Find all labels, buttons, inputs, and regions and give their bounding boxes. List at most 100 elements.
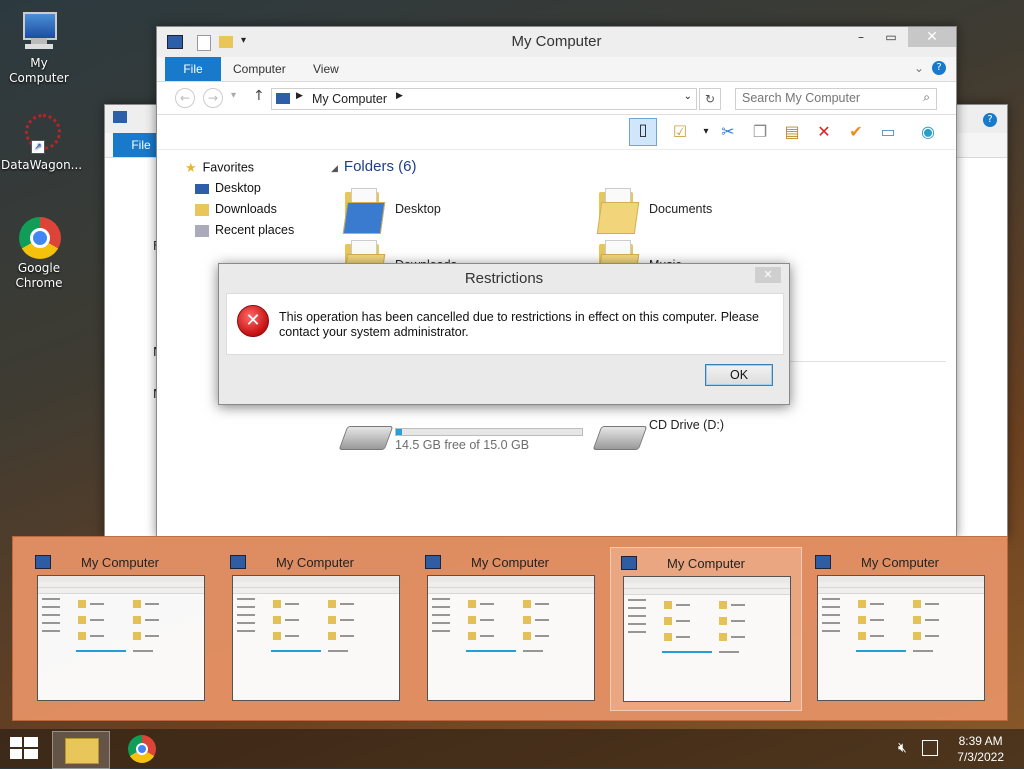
switcher-thumbnail-title: My Computer xyxy=(80,555,160,570)
nav-label: Recent places xyxy=(215,223,295,237)
desktop-icon-my-computer[interactable]: My Computer xyxy=(1,10,77,86)
cut-icon[interactable]: ✂ xyxy=(717,121,739,143)
search-box[interactable]: ⌕ xyxy=(735,88,937,110)
window-preview xyxy=(232,575,400,701)
delete-icon[interactable]: ✕ xyxy=(813,121,835,143)
hard-drive-icon[interactable] xyxy=(338,426,394,450)
nav-label: Desktop xyxy=(215,181,261,195)
computer-icon xyxy=(17,10,61,54)
switcher-thumbnail[interactable]: My Computer xyxy=(610,547,802,711)
chevron-right-icon: ▶ xyxy=(396,91,403,101)
datawagon-icon: ↗ xyxy=(17,112,61,156)
tab-computer[interactable]: Computer xyxy=(233,62,286,76)
folder-label[interactable]: Documents xyxy=(649,202,712,216)
tab-view[interactable]: View xyxy=(313,62,339,76)
drive-free-text: 14.5 GB free of 15.0 GB xyxy=(395,438,530,452)
switcher-thumbnail[interactable]: My Computer xyxy=(415,547,605,709)
nav-item-recent[interactable]: Recent places xyxy=(195,223,294,237)
refresh-button[interactable]: ↻ xyxy=(699,88,721,110)
switcher-thumbnail[interactable]: My Computer xyxy=(25,547,215,709)
network-icon[interactable] xyxy=(922,740,938,756)
close-button[interactable]: ✕ xyxy=(908,27,956,47)
nav-label: Favorites xyxy=(202,160,255,175)
help-icon[interactable]: ? xyxy=(932,61,946,75)
paste-icon[interactable]: ▤ xyxy=(781,121,803,143)
star-icon: ★ xyxy=(185,160,197,175)
drive-usage-fill xyxy=(396,429,403,435)
switcher-thumbnail[interactable]: My Computer xyxy=(220,547,410,709)
minimize-button[interactable]: – xyxy=(848,27,874,47)
window-preview xyxy=(817,575,985,701)
switcher-thumbnail[interactable]: My Computer xyxy=(805,547,995,709)
back-arrow-icon[interactable]: ← xyxy=(175,88,195,108)
properties-icon[interactable]: ▭ xyxy=(877,121,899,143)
switcher-thumbnail-title: My Computer xyxy=(275,555,355,570)
window-title: My Computer xyxy=(511,33,602,50)
drive-usage-bar xyxy=(395,428,583,436)
switcher-thumbnail-title: My Computer xyxy=(860,555,940,570)
error-icon: ✕ xyxy=(237,305,269,337)
shell-icon[interactable]: ◉ xyxy=(917,121,939,143)
preview-pane-icon[interactable]: ▯ xyxy=(629,118,657,146)
window-preview xyxy=(427,575,595,701)
collapse-icon: ◢ xyxy=(331,163,338,173)
clock-time: 8:39 AM xyxy=(958,734,1003,748)
chevron-down-icon[interactable]: ⌄ xyxy=(914,61,924,75)
chrome-icon xyxy=(128,735,156,763)
computer-icon xyxy=(276,93,290,104)
folders-header[interactable]: ◢ Folders (6) xyxy=(331,158,416,175)
dialog-message: This operation has been cancelled due to… xyxy=(279,310,759,339)
nav-item-desktop[interactable]: Desktop xyxy=(195,181,261,195)
folder-icon[interactable] xyxy=(342,188,386,234)
search-icon[interactable]: ⌕ xyxy=(923,90,930,105)
copy-icon[interactable]: ❐ xyxy=(749,121,771,143)
folder-label[interactable]: Desktop xyxy=(395,202,441,216)
nav-item-favorites[interactable]: ★ Favorites xyxy=(185,160,254,176)
desktop-icon-label: DataWagon... xyxy=(1,158,83,172)
restrictions-dialog[interactable]: Restrictions ✕ ✕ This operation has been… xyxy=(218,263,790,405)
taskbar-explorer-button[interactable] xyxy=(52,731,110,769)
desktop-icon-label: Google Chrome xyxy=(15,261,63,290)
nav-label: Downloads xyxy=(215,202,277,216)
up-arrow-icon[interactable]: ↑ xyxy=(253,88,265,104)
search-input[interactable] xyxy=(736,89,916,107)
cd-drive-label[interactable]: CD Drive (D:) xyxy=(649,418,724,432)
taskbar-chrome-button[interactable] xyxy=(122,731,162,767)
clock[interactable]: 8:39 AM 7/3/2022 xyxy=(957,733,1004,765)
downloads-icon xyxy=(195,203,209,216)
dropdown-icon[interactable]: ▾ xyxy=(695,121,717,143)
address-dropdown-icon[interactable]: ⌄ xyxy=(684,91,692,102)
desktop-icon-datawagon[interactable]: ↗ DataWagon... xyxy=(1,112,82,173)
volume-muted-icon[interactable]: 🔇︎ xyxy=(898,740,907,756)
nav-item-downloads[interactable]: Downloads xyxy=(195,202,277,216)
cd-drive-icon[interactable] xyxy=(592,426,648,450)
file-explorer-icon xyxy=(65,738,99,764)
shortcut-arrow-icon: ↗ xyxy=(31,140,45,154)
desktop-icon-label: My Computer xyxy=(9,56,69,85)
ok-button[interactable]: OK xyxy=(705,364,773,386)
clock-date: 7/3/2022 xyxy=(957,750,1004,764)
address-text: My Computer xyxy=(312,92,388,106)
dialog-close-button[interactable]: ✕ xyxy=(755,267,781,283)
forward-arrow-icon[interactable]: → xyxy=(203,88,223,108)
dialog-body: ✕ This operation has been cancelled due … xyxy=(226,293,784,355)
window-icon xyxy=(113,111,127,123)
maximize-button[interactable]: ▭ xyxy=(878,27,904,47)
switcher-thumbnail-title: My Computer xyxy=(666,556,746,571)
address-bar[interactable]: ▶ My Computer ▶ ⌄ xyxy=(271,88,697,110)
file-tab[interactable]: File xyxy=(165,57,221,81)
window-switcher: My Computer My Computer My Computer My Comp… xyxy=(12,536,1008,721)
switcher-thumbnail-title: My Computer xyxy=(470,555,550,570)
help-icon[interactable]: ? xyxy=(983,113,997,127)
window-preview xyxy=(623,576,791,702)
chevron-right-icon: ▶ xyxy=(296,91,303,101)
start-button[interactable] xyxy=(10,737,38,761)
checkbox-icon[interactable]: ☑ xyxy=(669,121,691,143)
chrome-icon xyxy=(17,215,61,259)
desktop-icon-chrome[interactable]: Google Chrome xyxy=(1,215,77,291)
folder-icon[interactable] xyxy=(596,188,640,234)
rename-icon[interactable]: ✔ xyxy=(845,121,867,143)
dialog-title: Restrictions xyxy=(464,270,544,287)
windows-logo-icon xyxy=(10,737,38,761)
recent-chevron-icon[interactable]: ▾ xyxy=(231,90,236,101)
